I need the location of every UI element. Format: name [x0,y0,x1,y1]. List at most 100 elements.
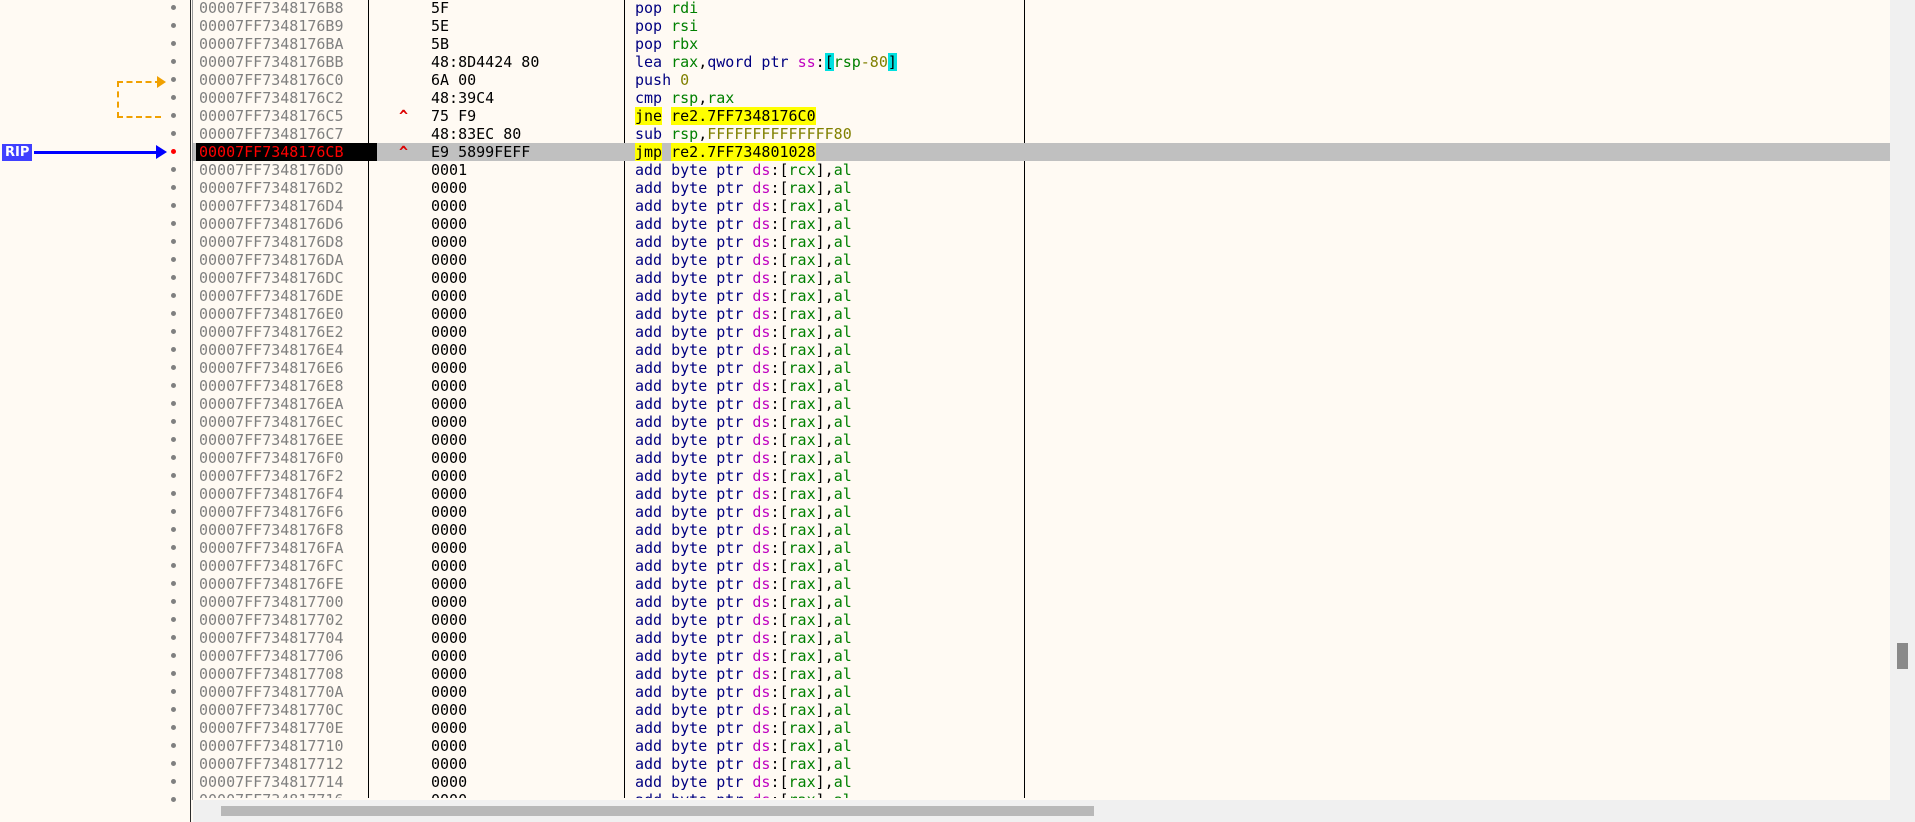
breakpoint-dot[interactable] [171,527,176,532]
breakpoint-dot[interactable] [171,599,176,604]
instruction-row[interactable]: 00007FF7348176DE 0000 add byte ptr ds:[rax… [193,287,1890,305]
breakpoint-dot[interactable] [171,617,176,622]
breakpoint-dot[interactable] [171,383,176,388]
breakpoint-dot[interactable] [171,743,176,748]
instruction-row[interactable]: 00007FF7348176F2 0000 add byte ptr ds:[rax… [193,467,1890,485]
instruction-row[interactable]: 00007FF73481770A 0000 add byte ptr ds:[rax… [193,683,1890,701]
breakpoint-dot[interactable] [171,221,176,226]
gutter-panel[interactable]: RIP [0,0,190,822]
instruction-row[interactable]: 00007FF734817714 0000 add byte ptr ds:[rax… [193,773,1890,791]
horizontal-scrollbar[interactable] [193,800,1890,822]
current-instruction-row[interactable]: 00007FF7348176CB ^ E9 5899FEFF jmp re2.7FF7… [193,143,1890,161]
instruction-row[interactable]: 00007FF7348176FC 0000 add byte ptr ds:[rax… [193,557,1890,575]
breakpoint-dot[interactable] [171,203,176,208]
instruction-row[interactable]: 00007FF7348176EC 0000 add byte ptr ds:[rax… [193,413,1890,431]
breakpoint-dot[interactable] [171,635,176,640]
rip-breakpoint-dot[interactable] [171,149,176,154]
instruction-row[interactable]: 00007FF7348176C5 ^ 75 F9 jne re2.7FF7348176… [193,107,1890,125]
breakpoint-dot[interactable] [171,707,176,712]
breakpoint-dot[interactable] [171,491,176,496]
instruction-row[interactable]: 00007FF7348176E4 0000 add byte ptr ds:[rax… [193,341,1890,359]
instruction-row[interactable]: 00007FF734817702 0000 add byte ptr ds:[rax… [193,611,1890,629]
breakpoint-dot[interactable] [171,167,176,172]
disassembly-cell: add byte ptr ds:[rax],al [635,215,852,233]
instruction-row[interactable]: 00007FF7348176B8 5F pop rdi [193,0,1890,17]
instruction-row[interactable]: 00007FF7348176B9 5E pop rsi [193,17,1890,35]
breakpoint-dot[interactable] [171,671,176,676]
breakpoint-dot[interactable] [171,401,176,406]
instruction-row[interactable]: 00007FF734817716 0000 add byte ptr ds:[rax… [193,791,1890,798]
instruction-row[interactable]: 00007FF7348176EE 0000 add byte ptr ds:[rax… [193,431,1890,449]
breakpoint-dot[interactable] [171,275,176,280]
breakpoint-dot[interactable] [171,509,176,514]
instruction-row[interactable]: 00007FF7348176F0 0000 add byte ptr ds:[rax… [193,449,1890,467]
breakpoint-dot[interactable] [171,239,176,244]
instruction-row[interactable]: 00007FF7348176FA 0000 add byte ptr ds:[rax… [193,539,1890,557]
instruction-row[interactable]: 00007FF7348176D8 0000 add byte ptr ds:[rax… [193,233,1890,251]
instruction-row[interactable]: 00007FF7348176F6 0000 add byte ptr ds:[rax… [193,503,1890,521]
breakpoint-dot[interactable] [171,563,176,568]
instruction-row[interactable]: 00007FF7348176DA 0000 add byte ptr ds:[rax… [193,251,1890,269]
instruction-row[interactable]: 00007FF7348176F8 0000 add byte ptr ds:[rax… [193,521,1890,539]
breakpoint-dot[interactable] [171,311,176,316]
breakpoint-dot[interactable] [171,437,176,442]
instruction-row[interactable]: 00007FF7348176C7 48:83EC 80 sub rsp,FFFFFF… [193,125,1890,143]
breakpoint-dot[interactable] [171,95,176,100]
breakpoint-dot[interactable] [171,329,176,334]
breakpoint-dot[interactable] [171,455,176,460]
breakpoint-dot[interactable] [171,419,176,424]
instruction-row[interactable]: 00007FF73481770E 0000 add byte ptr ds:[rax… [193,719,1890,737]
breakpoint-dot[interactable] [171,779,176,784]
instruction-row[interactable]: 00007FF7348176F4 0000 add byte ptr ds:[rax… [193,485,1890,503]
instruction-row[interactable]: 00007FF7348176E2 0000 add byte ptr ds:[rax… [193,323,1890,341]
breakpoint-dot[interactable] [171,293,176,298]
breakpoint-dot[interactable] [171,113,176,118]
instruction-row[interactable]: 00007FF7348176D2 0000 add byte ptr ds:[rax… [193,179,1890,197]
instruction-row[interactable]: 00007FF7348176E8 0000 add byte ptr ds:[rax… [193,377,1890,395]
token: ] [815,611,825,629]
breakpoint-dot[interactable] [171,797,176,802]
instruction-row[interactable]: 00007FF734817700 0000 add byte ptr ds:[rax… [193,593,1890,611]
breakpoint-dot[interactable] [171,581,176,586]
instruction-row[interactable]: 00007FF7348176EA 0000 add byte ptr ds:[rax… [193,395,1890,413]
instruction-row[interactable]: 00007FF7348176BA 5B pop rbx [193,35,1890,53]
breakpoint-dot[interactable] [171,347,176,352]
instruction-row[interactable]: 00007FF734817712 0000 add byte ptr ds:[rax… [193,755,1890,773]
instruction-row[interactable]: 00007FF734817708 0000 add byte ptr ds:[rax… [193,665,1890,683]
instruction-row[interactable]: 00007FF7348176D0 0001 add byte ptr ds:[rcx… [193,161,1890,179]
breakpoint-dot[interactable] [171,257,176,262]
horizontal-scrollbar-thumb[interactable] [221,806,1094,816]
breakpoint-dot[interactable] [171,23,176,28]
vertical-scrollbar[interactable] [1890,0,1915,800]
instruction-row[interactable]: 00007FF7348176BB 48:8D4424 80 lea rax,qwor… [193,53,1890,71]
vertical-scrollbar-thumb[interactable] [1897,643,1908,669]
instruction-row[interactable]: 00007FF7348176D6 0000 add byte ptr ds:[rax… [193,215,1890,233]
disassembly-listing[interactable]: 00007FF7348176B8 5F pop rdi 00007FF7348176B… [193,0,1890,798]
instruction-row[interactable]: 00007FF734817704 0000 add byte ptr ds:[rax… [193,629,1890,647]
instruction-row[interactable]: 00007FF7348176E6 0000 add byte ptr ds:[rax… [193,359,1890,377]
disassembly-cell: add byte ptr ds:[rax],al [635,395,852,413]
instruction-row[interactable]: 00007FF7348176D4 0000 add byte ptr ds:[rax… [193,197,1890,215]
instruction-row[interactable]: 00007FF7348176C2 48:39C4 cmp rsp,rax [193,89,1890,107]
instruction-row[interactable]: 00007FF7348176FE 0000 add byte ptr ds:[rax… [193,575,1890,593]
breakpoint-dot[interactable] [171,653,176,658]
breakpoint-dot[interactable] [171,59,176,64]
instruction-row[interactable]: 00007FF73481770C 0000 add byte ptr ds:[rax… [193,701,1890,719]
breakpoint-dot[interactable] [171,77,176,82]
instruction-row[interactable]: 00007FF734817710 0000 add byte ptr ds:[rax… [193,737,1890,755]
breakpoint-dot[interactable] [171,545,176,550]
breakpoint-dot[interactable] [171,185,176,190]
breakpoint-dot[interactable] [171,473,176,478]
instruction-row[interactable]: 00007FF7348176E0 0000 add byte ptr ds:[rax… [193,305,1890,323]
disassembly-cell: add byte ptr ds:[rax],al [635,485,852,503]
breakpoint-dot[interactable] [171,41,176,46]
instruction-row[interactable]: 00007FF7348176C0 6A 00 push 0 [193,71,1890,89]
breakpoint-dot[interactable] [171,5,176,10]
breakpoint-dot[interactable] [171,725,176,730]
breakpoint-dot[interactable] [171,689,176,694]
breakpoint-dot[interactable] [171,365,176,370]
instruction-row[interactable]: 00007FF7348176DC 0000 add byte ptr ds:[rax… [193,269,1890,287]
instruction-row[interactable]: 00007FF734817706 0000 add byte ptr ds:[rax… [193,647,1890,665]
breakpoint-dot[interactable] [171,761,176,766]
breakpoint-dot[interactable] [171,131,176,136]
